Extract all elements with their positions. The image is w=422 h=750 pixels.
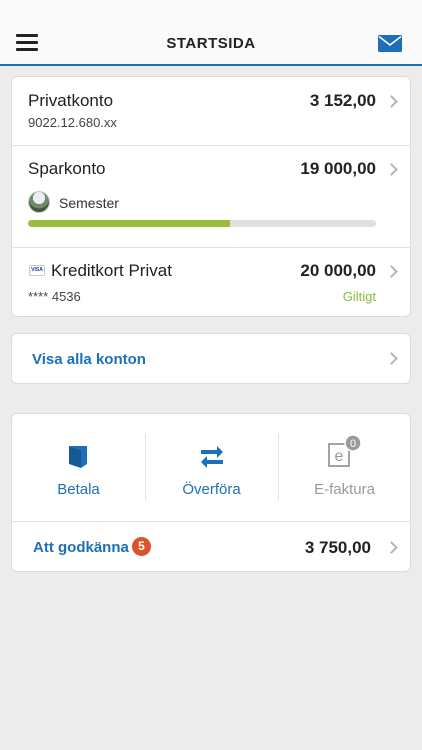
pay-label: Betala [57, 481, 100, 498]
e-invoice-label: E-faktura [314, 481, 375, 498]
savings-goal-avatar [28, 191, 50, 213]
to-approve-label: Att godkänna [33, 539, 129, 556]
savings-progress-bar [28, 220, 376, 227]
savings-goal-label: Semester [59, 195, 119, 211]
to-approve-amount: 3 750,00 [304, 538, 371, 557]
transfer-label: Överföra [182, 481, 241, 498]
account-row-sparkonto[interactable]: Sparkonto 19 000,00 Semester [12, 146, 410, 247]
accounts-card: Privatkonto 3 152,00 9022.12.680.xx Spar… [11, 76, 411, 317]
transfer-button[interactable]: Överföra [145, 434, 278, 500]
top-bar: STARTSIDA [0, 0, 422, 66]
show-all-accounts-label: Visa alla konton [32, 351, 146, 368]
e-invoice-badge: 0 [349, 438, 355, 450]
account-balance: 20 000,00 [300, 261, 376, 280]
account-name: Privatkonto [28, 91, 114, 110]
transfer-icon [200, 446, 223, 468]
chevron-right-icon [385, 163, 398, 176]
chevron-right-icon [385, 265, 398, 278]
card-number: **** 4536 [28, 289, 81, 304]
account-number: 9022.12.680.xx [28, 115, 117, 130]
to-approve-row[interactable]: Att godkänna 5 3 750,00 [12, 522, 410, 572]
chevron-right-icon [385, 352, 398, 365]
account-row-kreditkort[interactable]: VISA Kreditkort Privat 20 000,00 **** 45… [12, 248, 410, 318]
show-all-accounts-button[interactable]: Visa alla konton [11, 333, 411, 384]
e-invoice-button[interactable]: e 0 E-faktura [278, 434, 411, 500]
actions-card: Betala Överföra e 0 E-faktura Att godkän… [11, 413, 411, 572]
savings-progress-fill [28, 220, 230, 227]
e-invoice-icon: e 0 [327, 434, 362, 467]
to-approve-count-badge: 5 [132, 537, 151, 556]
pay-button[interactable]: Betala [12, 434, 145, 500]
mail-icon[interactable] [378, 35, 402, 52]
account-balance: 3 152,00 [309, 91, 376, 110]
account-name: Sparkonto [28, 159, 106, 178]
account-balance: 19 000,00 [300, 159, 376, 178]
card-status: Giltigt [342, 289, 376, 304]
visa-card-icon: VISA [29, 265, 45, 276]
pay-icon [68, 446, 87, 468]
chevron-right-icon [385, 541, 398, 554]
chevron-right-icon [385, 95, 398, 108]
account-row-privatkonto[interactable]: Privatkonto 3 152,00 9022.12.680.xx [12, 77, 410, 145]
page-title: STARTSIDA [166, 35, 256, 52]
account-name: Kreditkort Privat [51, 261, 172, 280]
svg-text:e: e [334, 448, 343, 465]
